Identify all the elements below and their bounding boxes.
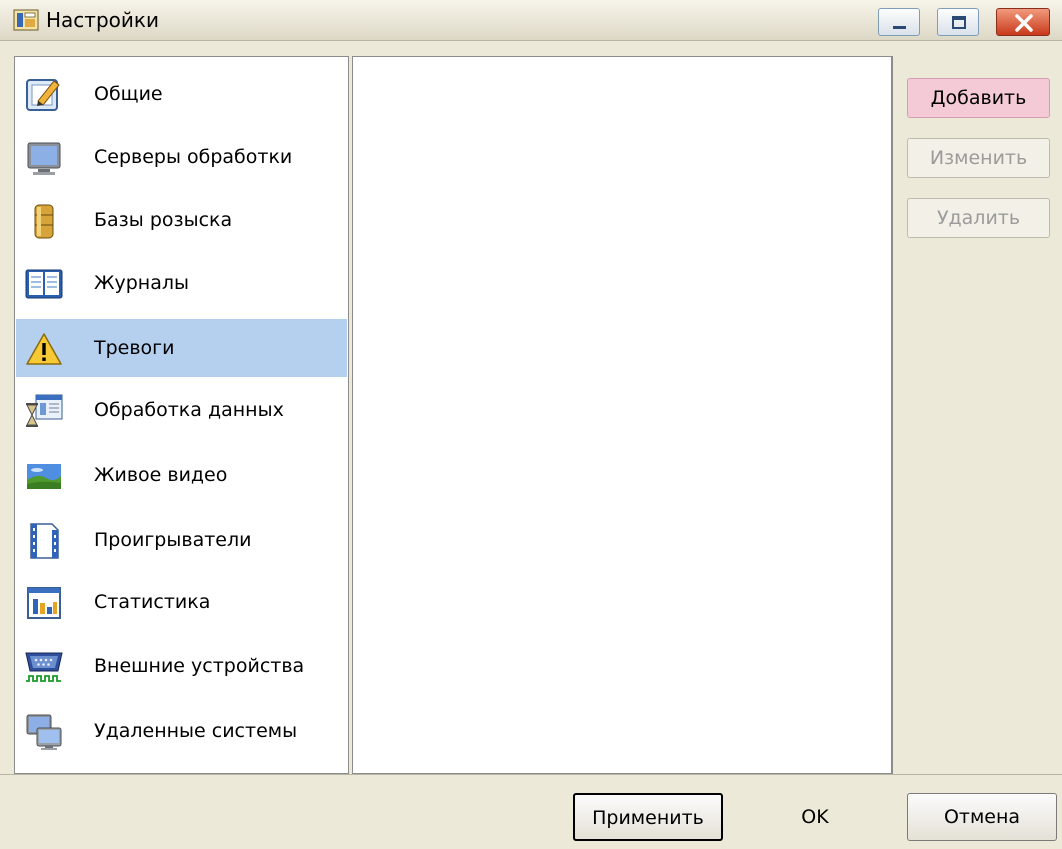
minimize-button[interactable] — [878, 8, 920, 36]
maximize-icon — [938, 9, 978, 35]
film-strip-icon — [24, 521, 64, 561]
nav-item-players[interactable]: Проигрыватели — [16, 511, 347, 569]
delete-button[interactable]: Удалить — [907, 198, 1050, 238]
ok-button[interactable]: OK — [740, 793, 890, 841]
nav-item-wanted-databases[interactable]: Базы розыска — [16, 191, 347, 249]
bar-chart-icon — [24, 583, 64, 623]
nav-item-label: Тревоги — [94, 337, 175, 359]
monitor-icon — [24, 138, 64, 178]
nav-item-label: Проигрыватели — [94, 529, 252, 551]
nav-item-label: Базы розыска — [94, 209, 233, 231]
close-button[interactable] — [996, 8, 1050, 36]
cancel-button[interactable]: Отмена — [907, 793, 1057, 841]
nav-item-label: Живое видео — [94, 464, 228, 486]
maximize-button[interactable] — [937, 8, 979, 36]
data-processing-icon — [24, 391, 64, 431]
nav-item-label: Журналы — [94, 272, 189, 294]
nav-item-processing-servers[interactable]: Серверы обработки — [16, 128, 347, 186]
nav-item-label: Серверы обработки — [94, 146, 293, 168]
nav-item-remote-systems[interactable]: Удаленные системы — [16, 702, 347, 760]
nav-item-label: Обработка данных — [94, 399, 284, 421]
minimize-icon — [879, 9, 919, 35]
nav-item-alarms[interactable]: Тревоги — [16, 319, 347, 377]
settings-content-pane[interactable] — [352, 56, 892, 774]
edit-button[interactable]: Изменить — [907, 138, 1050, 178]
close-icon — [997, 9, 1049, 35]
title-bar[interactable]: Настройки — [0, 0, 1062, 41]
settings-app-icon — [13, 8, 39, 32]
nav-item-logs[interactable]: Журналы — [16, 254, 347, 312]
nav-item-label: Статистика — [94, 591, 211, 613]
nav-item-label: Внешние устройства — [94, 655, 305, 677]
settings-category-list[interactable]: Общие Серверы обработки Базы розыска Жур… — [14, 56, 349, 774]
remote-computers-icon — [24, 712, 64, 752]
settings-window: Настройки Общие Серверы обработки Базы р… — [0, 0, 1062, 849]
edit-document-icon — [24, 75, 64, 115]
landscape-video-icon — [24, 456, 64, 496]
book-icon — [24, 264, 64, 304]
warning-icon — [24, 329, 64, 369]
nav-item-statistics[interactable]: Статистика — [16, 573, 347, 631]
nav-item-label: Общие — [94, 83, 163, 105]
action-button-panel: Добавить Изменить Удалить — [892, 56, 1062, 774]
nav-item-data-processing[interactable]: Обработка данных — [16, 381, 347, 439]
window-title: Настройки — [46, 8, 159, 32]
dialog-footer: Применить OK Отмена — [0, 774, 1062, 849]
database-icon — [24, 201, 64, 241]
apply-button[interactable]: Применить — [573, 793, 723, 841]
nav-item-general[interactable]: Общие — [16, 65, 347, 123]
nav-item-external-devices[interactable]: Внешние устройства — [16, 637, 347, 695]
add-button[interactable]: Добавить — [907, 78, 1050, 118]
nav-item-live-video[interactable]: Живое видео — [16, 446, 347, 504]
serial-port-icon — [24, 647, 64, 687]
nav-item-label: Удаленные системы — [94, 720, 298, 742]
